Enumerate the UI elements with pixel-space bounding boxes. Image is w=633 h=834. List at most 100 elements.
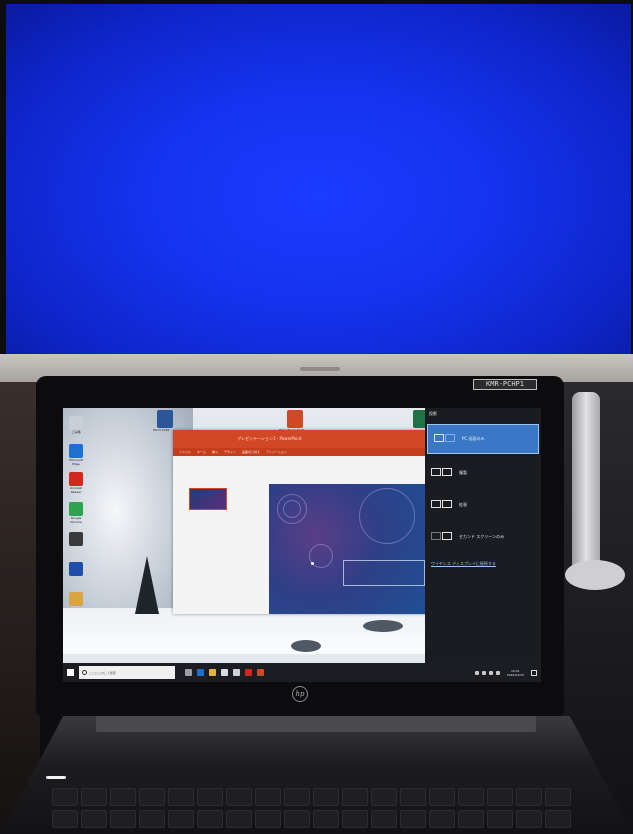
keyboard-key: [52, 788, 78, 806]
project-option-second-screen-only[interactable]: セカンド スクリーンのみ: [425, 522, 541, 552]
powerpoint-icon[interactable]: [287, 410, 303, 428]
folder-icon: [69, 592, 83, 606]
monitor-logo: [300, 367, 340, 371]
keyboard-key: [400, 788, 426, 806]
desktop-icon[interactable]: [65, 532, 87, 546]
keyboard-key: [487, 788, 513, 806]
clock-date: 2019/02/25: [506, 672, 524, 677]
desktop-icon[interactable]: ごみ箱: [65, 416, 87, 434]
cortana-icon: [82, 670, 87, 675]
keyboard-key: [400, 810, 426, 828]
keyboard-key: [81, 788, 107, 806]
slide-textbox[interactable]: [343, 560, 425, 586]
keyboard-key: [516, 788, 542, 806]
duplicate-icon: [431, 468, 453, 478]
keyboard-key: [429, 810, 455, 828]
project-option-label: 拡張: [459, 502, 467, 507]
network-icon[interactable]: [474, 670, 479, 675]
background-left: [0, 382, 40, 834]
ribbon-tab[interactable]: 挿入: [212, 450, 218, 454]
clock[interactable]: 16:01 2019/02/25: [507, 669, 524, 677]
keyboard-key: [284, 810, 310, 828]
keyboard-key: [429, 788, 455, 806]
task-view-icon[interactable]: [185, 669, 192, 676]
extend-icon: [431, 500, 453, 510]
keyboard-key: [545, 788, 571, 806]
laptop-screen: ごみ箱 Microsoft Edge Acrobat Reader Google Ch…: [63, 408, 541, 682]
keyboard-key: [139, 810, 165, 828]
acrobat-icon[interactable]: [245, 669, 252, 676]
keyboard-key: [516, 810, 542, 828]
acrobat-icon: [69, 472, 83, 486]
desktop-icon-label: Acrobat Reader: [70, 486, 82, 494]
ime-icon[interactable]: [495, 670, 500, 675]
volume-icon[interactable]: [481, 670, 486, 675]
wallpaper-rock: [291, 640, 321, 652]
taskbar: ここに入力して検索 16:01 2019/02/25: [63, 663, 541, 682]
desktop-icon[interactable]: [65, 562, 87, 576]
keyboard-key: [226, 810, 252, 828]
chrome-icon: [69, 502, 83, 516]
keyboard-key: [197, 788, 223, 806]
keyboard-key: [313, 788, 339, 806]
desktop-icon[interactable]: [65, 592, 87, 606]
ribbon-tab[interactable]: ホーム: [197, 450, 206, 454]
desktop-icon[interactable]: Acrobat Reader: [65, 472, 87, 494]
keyboard-key: [197, 810, 223, 828]
keyboard-key: [545, 810, 571, 828]
task-view-label: Word 2016: [153, 428, 170, 432]
hp-logo: hp: [292, 686, 308, 702]
battery-icon[interactable]: [488, 670, 493, 675]
windows-icon: [66, 669, 74, 676]
keyboard-key: [284, 788, 310, 806]
keyboard-key: [458, 788, 484, 806]
ribbon-tab[interactable]: 画面切り替え: [242, 450, 260, 454]
power-led: [46, 776, 66, 779]
powerpoint-title: プレゼンテーション1 - PowerPoint: [237, 436, 302, 441]
slide-thumbnail[interactable]: [189, 488, 227, 510]
powerpoint-titlebar: プレゼンテーション1 - PowerPoint: [173, 430, 427, 448]
keyboard-key: [255, 788, 281, 806]
project-option-pc-screen-only[interactable]: PC 画面のみ: [427, 424, 539, 454]
monitor-arm-pole: [572, 392, 600, 572]
slide-decor-circle: [359, 488, 415, 544]
desktop-icon[interactable]: Microsoft Edge: [65, 444, 87, 466]
powerpoint-icon[interactable]: [257, 669, 264, 676]
slide-canvas[interactable]: [269, 484, 427, 614]
wallpaper-rock: [363, 620, 403, 632]
mouse-cursor: [311, 562, 314, 565]
project-option-label: 複製: [459, 470, 467, 475]
app-icon: [69, 532, 83, 546]
word-icon[interactable]: [157, 410, 173, 428]
search-placeholder: ここに入力して検索: [89, 670, 116, 675]
search-box[interactable]: ここに入力して検索: [79, 666, 175, 679]
monitor-arm-base: [565, 560, 625, 590]
recycle-bin-icon: [69, 416, 83, 430]
powerpoint-window[interactable]: プレゼンテーション1 - PowerPoint ファイル ホーム 挿入 デザイン…: [173, 430, 427, 614]
keyboard-key: [487, 810, 513, 828]
connect-wireless-display-link[interactable]: ワイヤレス ディスプレイに接続する: [431, 561, 496, 567]
second-screen-only-icon: [431, 532, 453, 542]
desktop-icon-label: Microsoft Edge: [69, 458, 83, 466]
keyboard-key: [255, 810, 281, 828]
desktop-icon[interactable]: Google Chrome: [65, 502, 87, 524]
start-button[interactable]: [63, 663, 77, 682]
keyboard-key: [458, 810, 484, 828]
ribbon-tab[interactable]: ファイル: [179, 450, 191, 454]
file-explorer-icon[interactable]: [209, 669, 216, 676]
keyboard-key: [52, 810, 78, 828]
action-center-icon[interactable]: [531, 669, 537, 676]
keyboard-key: [226, 788, 252, 806]
ribbon-tab[interactable]: アニメーション: [266, 450, 287, 454]
store-icon[interactable]: [221, 669, 228, 676]
keyboard-key: [342, 788, 368, 806]
project-option-label: セカンド スクリーンのみ: [459, 534, 505, 539]
wallpaper-tree: [135, 556, 159, 614]
edge-icon[interactable]: [197, 669, 204, 676]
project-option-duplicate[interactable]: 複製: [425, 458, 541, 488]
ribbon-tab[interactable]: デザイン: [224, 450, 236, 454]
keyboard-key: [371, 810, 397, 828]
project-option-extend[interactable]: 拡張: [425, 490, 541, 520]
keyboard-key: [81, 810, 107, 828]
mail-icon[interactable]: [233, 669, 240, 676]
